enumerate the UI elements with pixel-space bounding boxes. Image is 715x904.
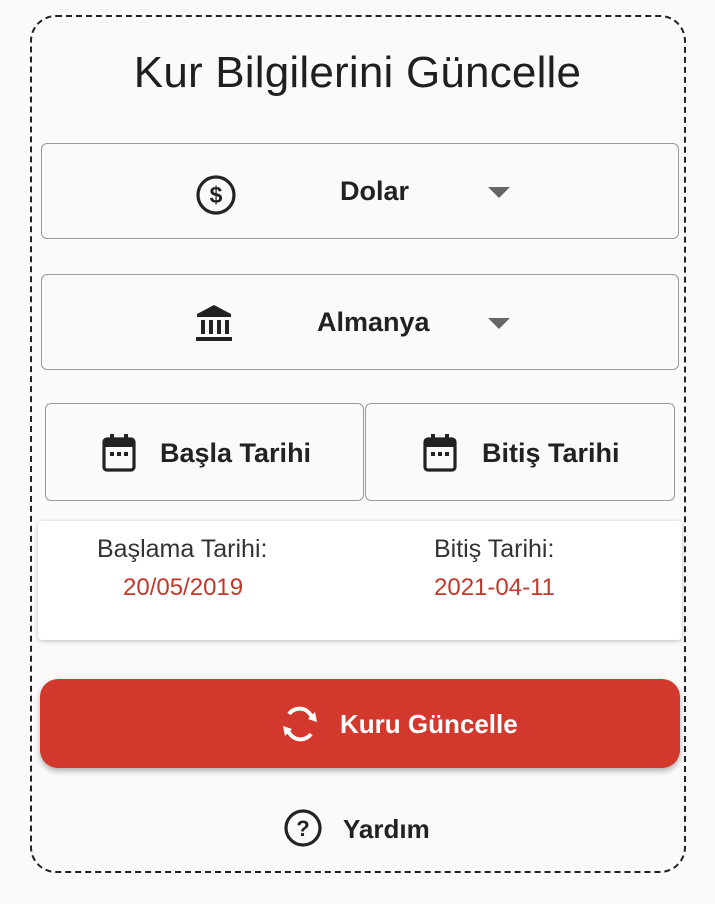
country-dropdown[interactable]: Almanya xyxy=(41,274,679,370)
help-button-label: Yardım xyxy=(343,814,430,844)
page-title: Kur Bilgilerini Güncelle xyxy=(133,48,582,97)
currency-dropdown[interactable]: $ Dolar xyxy=(41,143,679,239)
help-circle-icon: ? xyxy=(283,808,323,853)
end-date-label: Bitiş Tarihi: xyxy=(434,535,555,563)
chevron-down-icon xyxy=(488,187,510,198)
bank-icon xyxy=(194,303,234,348)
start-date-button[interactable]: Başla Tarihi xyxy=(45,403,364,501)
svg-text:$: $ xyxy=(210,182,223,208)
calendar-icon xyxy=(422,433,458,478)
calendar-icon xyxy=(101,433,137,478)
start-date-label: Başlama Tarihi: xyxy=(97,535,268,563)
country-selected-value: Almanya xyxy=(317,307,430,337)
chevron-down-icon xyxy=(488,318,510,329)
end-date-button[interactable]: Bitiş Tarihi xyxy=(365,403,675,501)
currency-selected-value: Dolar xyxy=(340,176,410,206)
end-date-value: 2021-04-11 xyxy=(434,574,555,601)
svg-text:?: ? xyxy=(296,816,309,841)
update-rate-button[interactable]: Kuru Güncelle xyxy=(40,679,680,768)
start-date-value: 20/05/2019 xyxy=(123,574,244,601)
selected-dates-card: Başlama Tarihi: 20/05/2019 Bitiş Tarihi:… xyxy=(38,521,682,640)
end-date-button-label: Bitiş Tarihi xyxy=(482,438,620,468)
update-rate-button-label: Kuru Güncelle xyxy=(340,709,518,739)
dollar-circle-icon: $ xyxy=(195,174,237,221)
refresh-icon xyxy=(281,703,319,750)
start-date-button-label: Başla Tarihi xyxy=(160,438,312,468)
